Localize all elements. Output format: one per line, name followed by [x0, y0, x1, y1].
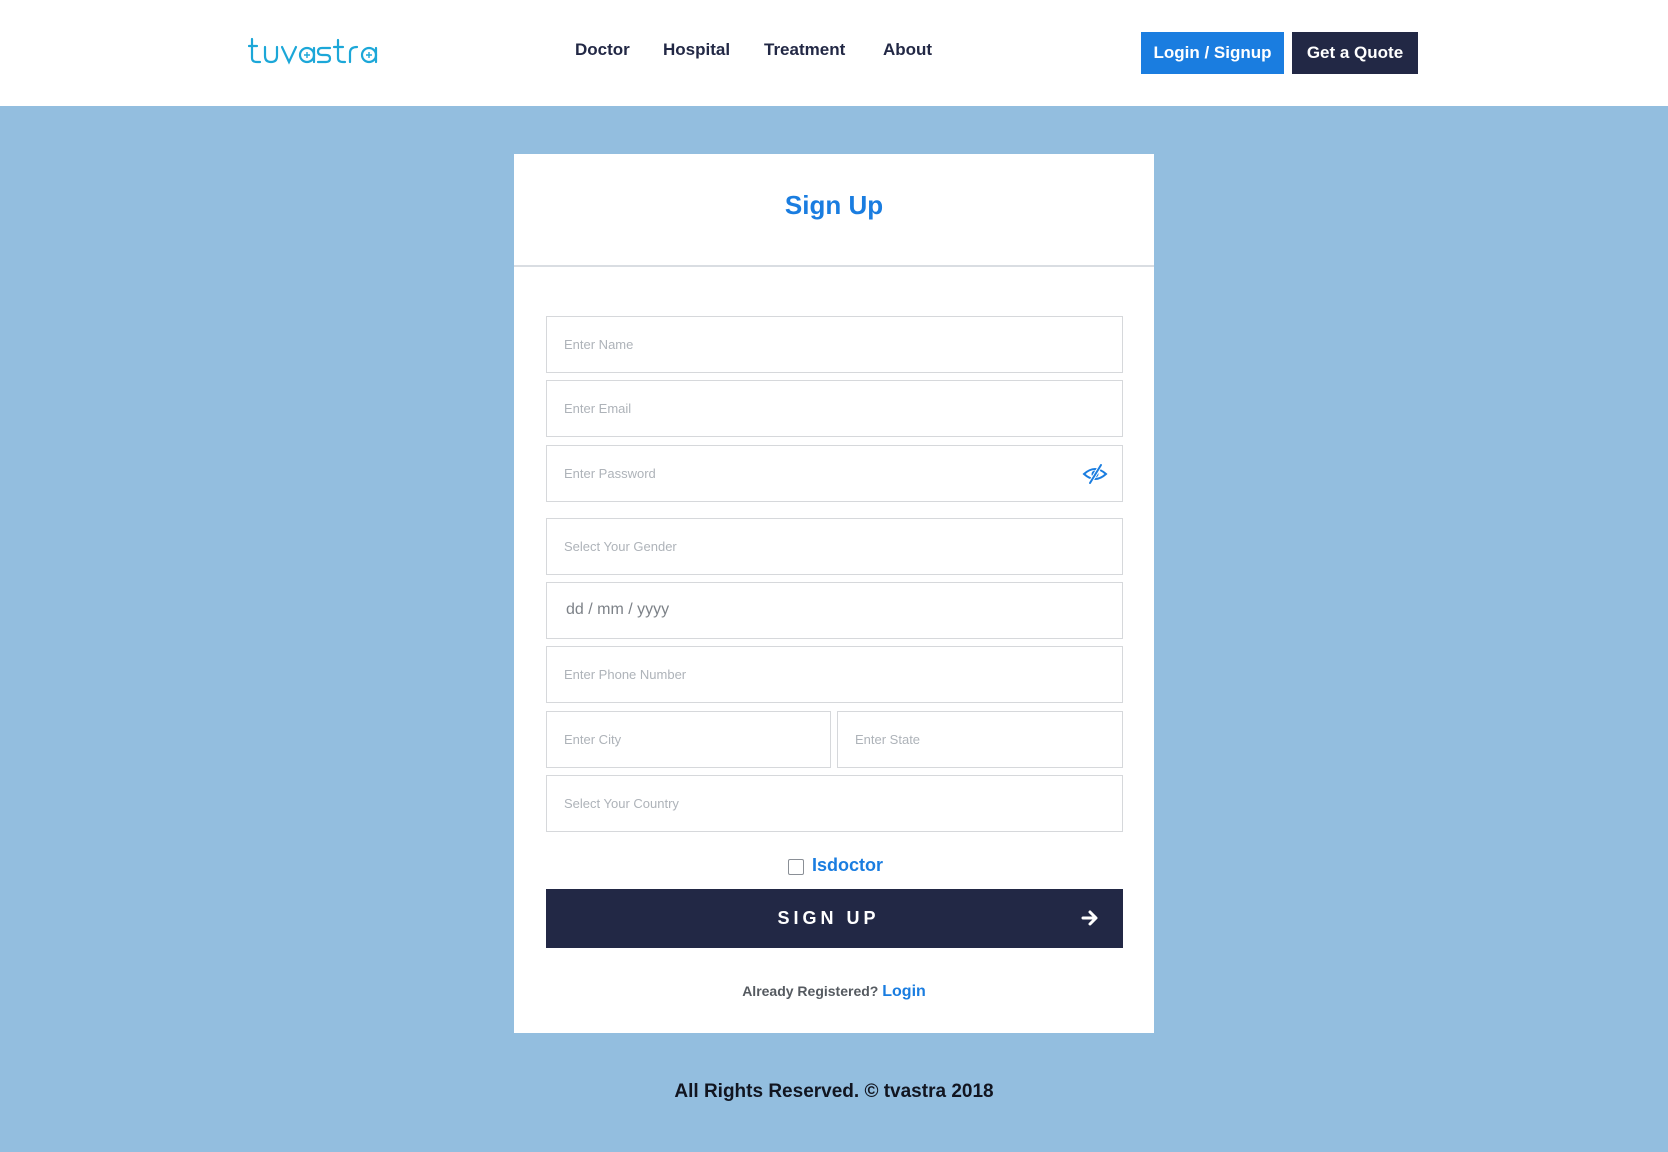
nav-treatment[interactable]: Treatment	[764, 40, 845, 64]
nav-hospital[interactable]: Hospital	[663, 40, 730, 64]
signup-button[interactable]: SIGN UP	[546, 889, 1123, 948]
country-placeholder: Select Your Country	[564, 796, 679, 811]
isdoctor-checkbox[interactable]	[788, 859, 804, 875]
login-signup-button[interactable]: Login / Signup	[1141, 32, 1284, 74]
email-field[interactable]: Enter Email	[546, 380, 1123, 437]
isdoctor-row: Isdoctor	[514, 854, 1154, 878]
phone-placeholder: Enter Phone Number	[564, 667, 687, 682]
name-field[interactable]: Enter Name	[546, 316, 1123, 373]
eye-slash-icon[interactable]	[1082, 463, 1108, 485]
city-field[interactable]: Enter City	[546, 711, 831, 768]
tvastra-logo[interactable]	[248, 36, 380, 66]
signup-button-label: SIGN UP	[777, 908, 880, 928]
state-field[interactable]: Enter State	[837, 711, 1123, 768]
nav-about[interactable]: About	[883, 40, 932, 64]
password-placeholder: Enter Password	[564, 466, 656, 481]
isdoctor-label[interactable]: Isdoctor	[812, 855, 883, 876]
country-select[interactable]: Select Your Country	[546, 775, 1123, 832]
arrow-right-icon	[1081, 909, 1099, 927]
get-quote-button[interactable]: Get a Quote	[1292, 32, 1418, 74]
name-placeholder: Enter Name	[564, 337, 634, 352]
nav-doctor[interactable]: Doctor	[575, 40, 630, 64]
already-registered-text: Already Registered?	[742, 983, 879, 999]
password-field[interactable]: Enter Password	[546, 445, 1123, 502]
signup-card: Sign Up Enter Name Enter Email Enter Pas…	[514, 154, 1154, 1033]
gender-select[interactable]: Select Your Gender	[546, 518, 1123, 575]
footer-copyright: All Rights Reserved. © tvastra 2018	[674, 1081, 994, 1102]
signup-title: Sign Up	[784, 190, 884, 220]
phone-field[interactable]: Enter Phone Number	[546, 646, 1123, 703]
state-placeholder: Enter State	[855, 732, 921, 747]
login-link[interactable]: Login	[882, 983, 926, 1000]
title-divider	[514, 265, 1154, 267]
dob-placeholder: dd / mm / yyyy	[566, 601, 670, 618]
site-header: Doctor Hospital Treatment About Login / …	[0, 0, 1668, 106]
email-placeholder: Enter Email	[564, 401, 632, 416]
tvastra-logo-mark	[248, 37, 378, 65]
gender-placeholder: Select Your Gender	[564, 539, 677, 554]
dob-field[interactable]: dd / mm / yyyy	[546, 582, 1123, 639]
already-registered: Already Registered? Login	[514, 983, 1154, 1001]
city-placeholder: Enter City	[564, 732, 622, 747]
